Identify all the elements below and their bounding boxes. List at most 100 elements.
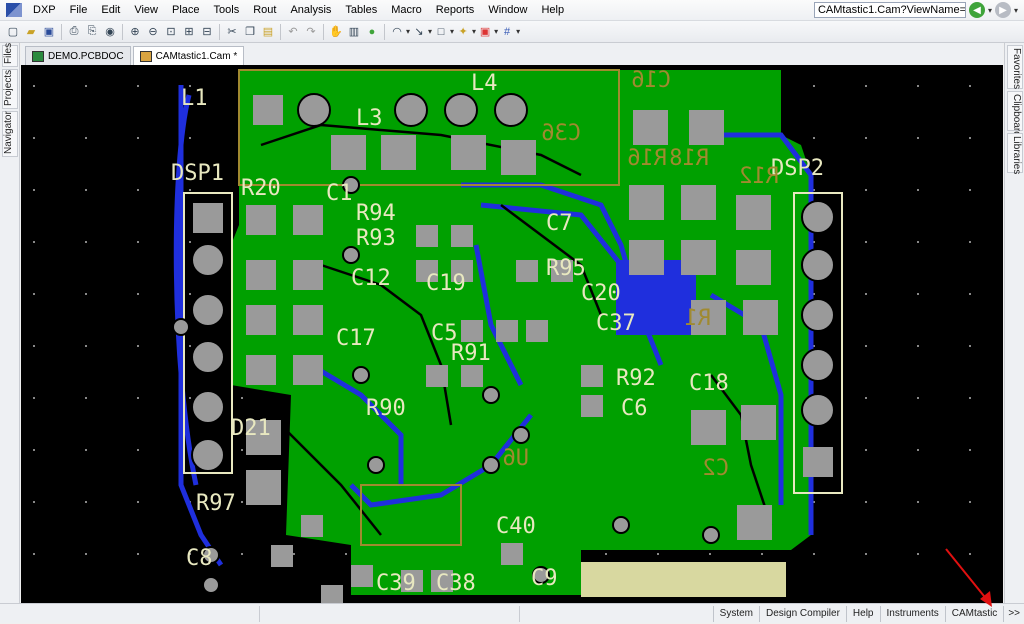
grid-dot	[969, 449, 971, 451]
silkscreen-label: R12	[739, 164, 779, 189]
instruments-button[interactable]: Instruments	[879, 605, 945, 622]
zoom-prev-icon[interactable]: ⊟	[198, 23, 216, 41]
menu-file[interactable]: File	[63, 0, 95, 21]
smd-pad	[451, 135, 486, 170]
redo-icon[interactable]: ↷	[302, 23, 320, 41]
smd-pad	[451, 225, 473, 247]
system-button[interactable]: System	[712, 605, 759, 622]
smd-pad	[736, 195, 771, 230]
zoom-fit-icon[interactable]: ⊞	[180, 23, 198, 41]
dxp-logo-icon[interactable]	[6, 3, 22, 17]
grid-dot	[33, 189, 35, 191]
paste-icon[interactable]: ▤	[259, 23, 277, 41]
silkscreen-label: C9	[531, 566, 558, 591]
undo-icon[interactable]: ↶	[284, 23, 302, 41]
menu-dxp[interactable]: DXP	[26, 0, 63, 21]
silkscreen-label: C39	[376, 571, 416, 596]
grid-dot	[345, 553, 347, 555]
pcb-drawing[interactable]: L1L3L4DSP1 DSP2R20R94R93C7R95C12 C19 C20C5C…	[21, 65, 1003, 603]
smd-pad	[351, 565, 373, 587]
menu-analysis[interactable]: Analysis	[283, 0, 338, 21]
silkscreen-label: C1	[326, 181, 353, 206]
silkscreen-label: C37	[596, 311, 636, 336]
through-hole-pad	[482, 386, 500, 404]
menu-window[interactable]: Window	[481, 0, 534, 21]
globe-icon[interactable]: ●	[363, 23, 381, 41]
fill-icon[interactable]: ▥	[345, 23, 363, 41]
menu-place[interactable]: Place	[165, 0, 207, 21]
tab-libraries[interactable]: Libraries	[1007, 133, 1023, 174]
print-preview-icon[interactable]: ⎘	[83, 23, 101, 41]
through-hole-pad	[801, 393, 835, 427]
design-compiler-button[interactable]: Design Compiler	[759, 605, 846, 622]
grid-dot	[865, 241, 867, 243]
zoom-out-icon[interactable]: ⊖	[144, 23, 162, 41]
smd-pad	[681, 240, 716, 275]
grid-icon[interactable]: #	[498, 23, 516, 41]
smd-pad	[461, 365, 483, 387]
menu-tables[interactable]: Tables	[338, 0, 384, 21]
drc-icon[interactable]: ▣	[476, 23, 494, 41]
zoom-in-icon[interactable]: ⊕	[126, 23, 144, 41]
open-icon[interactable]: ▰	[22, 23, 40, 41]
menu-view[interactable]: View	[127, 0, 165, 21]
rectangle-icon[interactable]: □	[432, 23, 450, 41]
grid-dot	[85, 553, 87, 555]
forward-icon[interactable]: ▶	[994, 2, 1011, 18]
silkscreen-label: U6	[503, 446, 530, 471]
cut-icon[interactable]: ✂	[223, 23, 241, 41]
menu-macro[interactable]: Macro	[384, 0, 429, 21]
menu-edit[interactable]: Edit	[94, 0, 127, 21]
grid-dot	[917, 397, 919, 399]
grid-dot	[917, 553, 919, 555]
line-icon[interactable]: ↘	[410, 23, 428, 41]
3d-view-icon[interactable]: ◉	[101, 23, 119, 41]
grid-dropdown-icon[interactable]: ▾	[516, 27, 520, 36]
grid-dot	[33, 397, 35, 399]
tab-clipboard[interactable]: Clipboard	[1007, 91, 1023, 137]
menu-rout[interactable]: Rout	[246, 0, 283, 21]
grid-dot	[85, 345, 87, 347]
zoom-area-icon[interactable]: ⊡	[162, 23, 180, 41]
smd-pad	[253, 95, 283, 125]
help-button[interactable]: Help	[845, 605, 880, 622]
document-path-field[interactable]: CAMtastic1.Cam?ViewName=CAM	[813, 2, 966, 18]
grid-dot	[189, 189, 191, 191]
silkscreen-label: R90	[366, 396, 406, 421]
menu-tools[interactable]: Tools	[207, 0, 247, 21]
grid-dot	[189, 397, 191, 399]
highlight-icon[interactable]: ✦	[454, 23, 472, 41]
silkscreen-label: R92	[616, 366, 656, 391]
pcb-canvas[interactable]: L1 L3 L4 DSP1 DSP2 R20 R94 R93 C7 R95 C12 C19 C20 C5 C…	[21, 65, 1003, 603]
grid-dot	[85, 189, 87, 191]
smd-pad	[246, 470, 281, 505]
forward-dropdown-icon[interactable]: ▾	[1014, 6, 1018, 15]
tab-demo-pcbdoc[interactable]: DEMO.PCBDOC	[25, 46, 131, 65]
toolbar-separator	[384, 23, 385, 40]
smd-pad	[581, 365, 603, 387]
expand-panels-button[interactable]: >>	[1003, 605, 1024, 622]
back-dropdown-icon[interactable]: ▾	[988, 6, 992, 15]
smd-pad	[526, 320, 548, 342]
silk-fill-block	[581, 562, 786, 597]
copy-icon[interactable]: ❐	[241, 23, 259, 41]
tab-files[interactable]: Files	[2, 43, 18, 67]
tab-navigator[interactable]: Navigator	[2, 111, 18, 157]
silkscreen-label: C36	[541, 121, 581, 146]
silkscreen-label: R97	[196, 491, 236, 516]
back-icon[interactable]: ◀	[968, 2, 985, 18]
smd-pad	[691, 410, 726, 445]
new-icon[interactable]: ▢	[4, 23, 22, 41]
tab-camtastic1-cam[interactable]: CAMtastic1.Cam *	[132, 46, 245, 65]
save-icon[interactable]: ▣	[40, 23, 58, 41]
annotation-arrow-icon	[945, 548, 992, 607]
tab-favorites[interactable]: Favorites	[1007, 45, 1023, 89]
menu-help[interactable]: Help	[534, 0, 571, 21]
print-icon[interactable]: ⎙	[65, 23, 83, 41]
arc-icon[interactable]: ◠	[388, 23, 406, 41]
menu-reports[interactable]: Reports	[429, 0, 482, 21]
smd-pad	[681, 185, 716, 220]
pan-icon[interactable]: ✋	[327, 23, 345, 41]
silkscreen-label: DSP1	[171, 161, 224, 186]
tab-projects[interactable]: Projects	[2, 69, 18, 109]
